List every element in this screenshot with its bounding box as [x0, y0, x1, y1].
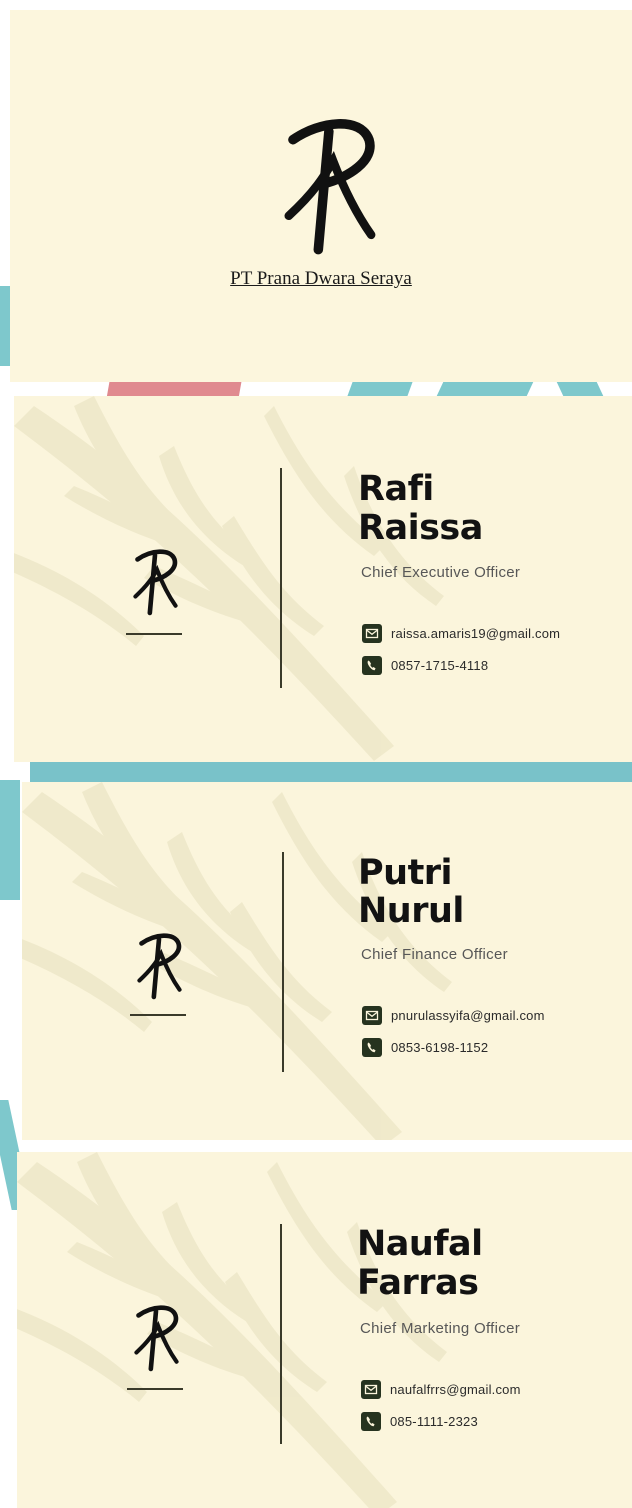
phone-icon [361, 1412, 381, 1431]
vertical-divider [280, 1224, 282, 1444]
business-card-front: PT Prana Dwara Seraya [10, 10, 632, 382]
email-row[interactable]: pnurulassyifa@gmail.com [362, 1006, 545, 1025]
mail-icon [362, 624, 382, 643]
logo-underline [127, 1388, 183, 1390]
vertical-divider [282, 852, 284, 1072]
mail-icon [361, 1380, 381, 1399]
phone-number[interactable]: 0853-6198-1152 [391, 1040, 488, 1055]
job-title: Chief Finance Officer [361, 946, 508, 963]
phone-row[interactable]: 0857-1715-4118 [362, 656, 488, 675]
first-name: Putri [358, 853, 453, 893]
business-card: Rafi Raissa Chief Executive Officer rais… [14, 396, 632, 762]
email-address[interactable]: raissa.amaris19@gmail.com [391, 626, 560, 641]
background-stripe [0, 780, 20, 900]
mail-icon [362, 1006, 382, 1025]
business-card: Putri Nurul Chief Finance Officer pnurul… [22, 782, 632, 1140]
logo-underline [130, 1014, 186, 1016]
vertical-divider [280, 468, 282, 688]
monogram-logo-icon [276, 108, 386, 256]
job-title: Chief Marketing Officer [360, 1320, 521, 1337]
email-row[interactable]: naufalfrrs@gmail.com [361, 1380, 521, 1399]
logo-underline [126, 633, 182, 635]
last-name: Nurul [358, 891, 464, 931]
phone-icon [362, 656, 382, 675]
job-title: Chief Executive Officer [361, 564, 521, 581]
email-address[interactable]: naufalfrrs@gmail.com [390, 1382, 521, 1397]
phone-row[interactable]: 085-1111-2323 [361, 1412, 478, 1431]
first-name: Rafi [358, 469, 434, 509]
phone-number[interactable]: 0857-1715-4118 [391, 658, 488, 673]
monogram-logo-icon [126, 544, 186, 616]
business-card: Naufal Farras Chief Marketing Officer na… [17, 1152, 632, 1508]
monogram-logo-icon [127, 1300, 187, 1372]
last-name: Raissa [358, 508, 483, 548]
phone-icon [362, 1038, 382, 1057]
company-name: PT Prana Dwara Seraya [230, 268, 412, 289]
phone-row[interactable]: 0853-6198-1152 [362, 1038, 488, 1057]
background-stripe [30, 760, 632, 782]
email-row[interactable]: raissa.amaris19@gmail.com [362, 624, 560, 643]
last-name: Farras [357, 1263, 479, 1303]
email-address[interactable]: pnurulassyifa@gmail.com [391, 1008, 545, 1023]
monogram-logo-icon [130, 928, 190, 1000]
first-name: Naufal [357, 1224, 483, 1264]
phone-number[interactable]: 085-1111-2323 [390, 1414, 478, 1429]
